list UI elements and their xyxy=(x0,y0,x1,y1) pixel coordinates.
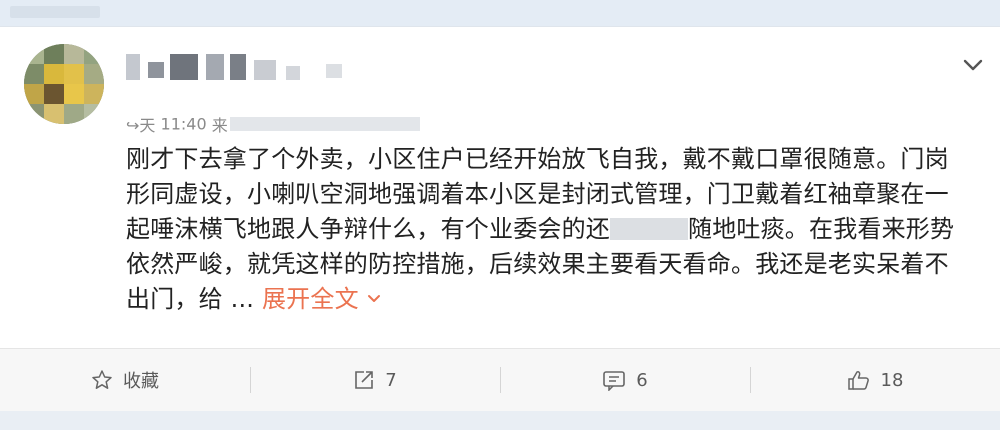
blurred-header-text xyxy=(10,6,100,18)
comment-button[interactable]: 6 xyxy=(500,349,750,411)
like-count: 18 xyxy=(880,369,904,391)
repost-count: 7 xyxy=(385,369,397,391)
post-line-part: 随地吐痰。在我看来形势 xyxy=(688,215,955,243)
comment-icon xyxy=(603,371,626,391)
action-bar: 收藏 7 6 18 xyxy=(0,348,1000,412)
post-line: 刚才下去拿了个外卖，小区住户已经开始放飞自我，戴不戴口罩很随意。门岗 xyxy=(126,145,949,173)
time-prefix: ↪天 xyxy=(126,116,156,135)
chevron-down-icon[interactable] xyxy=(960,52,986,78)
post-line-part: 出门，给 ... xyxy=(126,285,255,313)
favorite-button[interactable]: 收藏 xyxy=(0,349,250,411)
post-line: 出门，给 ... 展开全文 xyxy=(126,282,984,317)
post-line-part: 起唾沫横飞地跟人争辩什么，有个业委会的还 xyxy=(126,215,610,243)
like-icon xyxy=(847,371,869,390)
comment-count: 6 xyxy=(636,369,648,391)
post-text: 刚才下去拿了个外卖，小区住户已经开始放飞自我，戴不戴口罩很随意。门岗 形同虚设，… xyxy=(126,142,984,317)
post-line: 形同虚设，小喇叭空洞地强调着本小区是封闭式管理，门卫戴着红袖章聚在一 xyxy=(126,180,949,208)
like-button[interactable]: 18 xyxy=(750,349,1000,411)
bottom-band xyxy=(0,411,1000,430)
avatar-image xyxy=(24,44,104,124)
expand-label: 展开全文 xyxy=(261,285,359,313)
post-time[interactable]: 11:40 xyxy=(161,115,207,134)
avatar[interactable] xyxy=(24,44,104,124)
top-band xyxy=(0,0,1000,26)
repost-icon xyxy=(355,371,374,389)
star-icon xyxy=(92,370,112,389)
expand-chevron-icon xyxy=(367,295,380,302)
source-prefix: 来 xyxy=(211,116,228,135)
expand-full-text-link[interactable]: 展开全文 xyxy=(262,285,381,313)
redacted-text xyxy=(610,218,688,240)
post-line: 依然严峻，就凭这样的防控措施，后续效果主要看天看命。我还是老实呆着不 xyxy=(126,250,949,278)
post-line: 起唾沫横飞地跟人争辩什么，有个业委会的还 随地吐痰。在我看来形势 xyxy=(126,212,984,247)
post-meta: ↪天 11:40 来 xyxy=(126,112,420,136)
source-redacted xyxy=(229,117,420,131)
favorite-label: 收藏 xyxy=(123,371,159,392)
repost-button[interactable]: 7 xyxy=(250,349,500,411)
